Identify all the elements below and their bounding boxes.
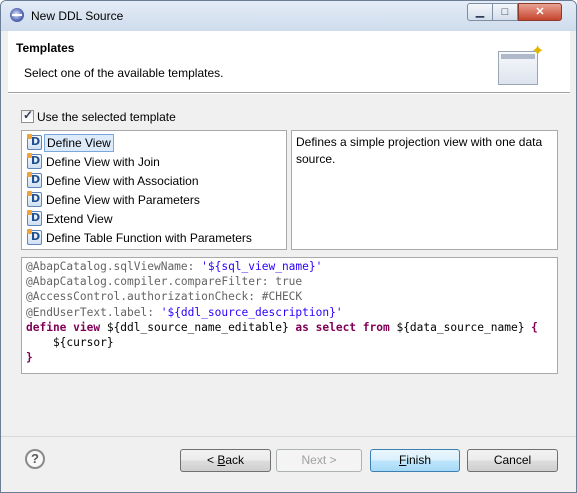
header-separator [8, 92, 570, 94]
title-bar: New DDL Source ▁ □ ✕ [1, 1, 576, 31]
ddl-template-icon [27, 229, 42, 245]
use-template-checkbox[interactable] [21, 108, 34, 123]
wizard-header: Templates Select one of the available te… [8, 31, 570, 92]
template-item-label: Define View [44, 134, 114, 152]
back-button[interactable]: < Back [180, 449, 271, 472]
use-template-label: Use the selected template [37, 110, 176, 124]
close-button[interactable]: ✕ [518, 3, 562, 21]
code-annotation: @AccessControl.authorizationCheck: #CHEC… [26, 290, 303, 304]
ddl-template-icon [27, 134, 42, 150]
template-preview: @AbapCatalog.sqlViewName: '${sql_view_na… [21, 257, 558, 374]
code-string: '${sql_view_name}' [201, 260, 323, 273]
code-keyword: define view [26, 320, 101, 334]
code-text: ${data_source_name} [389, 320, 532, 334]
page-description: Select one of the available templates. [24, 66, 224, 80]
template-item-label: Define View with Join [46, 155, 160, 169]
code-keyword: } [26, 351, 33, 365]
template-list[interactable]: Define View Define View with Join Define… [21, 130, 287, 250]
help-button[interactable]: ? [25, 449, 45, 469]
wizard-banner-icon: ✦ [498, 43, 545, 87]
finish-button[interactable]: Finish [370, 449, 460, 472]
page-title: Templates [16, 41, 75, 55]
template-item-label: Define View with Parameters [46, 193, 200, 207]
template-item-label: Define View with Association [46, 174, 199, 188]
code-keyword: as select from [295, 320, 390, 334]
code-text: ${ddl_source_name_editable} [100, 320, 296, 334]
code-annotation: @EndUserText.label: [26, 305, 161, 319]
code-annotation: @AbapCatalog.sqlViewName: [26, 260, 202, 273]
dialog-window: New DDL Source ▁ □ ✕ Templates Select on… [0, 0, 577, 493]
template-item-label: Define Table Function with Parameters [46, 231, 252, 245]
window-title: New DDL Source [31, 9, 124, 23]
minimize-button[interactable]: ▁ [467, 3, 493, 21]
maximize-button[interactable]: □ [492, 3, 518, 21]
code-text: ${cursor} [26, 336, 114, 350]
back-prefix: < [206, 453, 218, 467]
ddl-template-icon [27, 153, 42, 169]
button-bar-separator [1, 436, 576, 437]
eclipse-icon [10, 8, 24, 22]
template-item-label: Extend View [46, 212, 113, 226]
code-annotation: @AbapCatalog.compiler.compareFilter: tru… [26, 275, 303, 289]
ddl-template-icon [27, 191, 42, 207]
finish-rest: inish [406, 453, 432, 467]
sparkle-icon: ✦ [531, 43, 545, 60]
code-string: '${ddl_source_description}' [160, 305, 343, 319]
next-button[interactable]: Next > [276, 449, 362, 472]
cancel-button[interactable]: Cancel [467, 449, 558, 472]
ddl-template-icon [27, 172, 42, 188]
code-keyword: { [531, 320, 538, 334]
ddl-template-icon [27, 210, 42, 226]
template-description: Defines a simple projection view with on… [291, 130, 558, 250]
back-rest: ack [225, 453, 245, 467]
